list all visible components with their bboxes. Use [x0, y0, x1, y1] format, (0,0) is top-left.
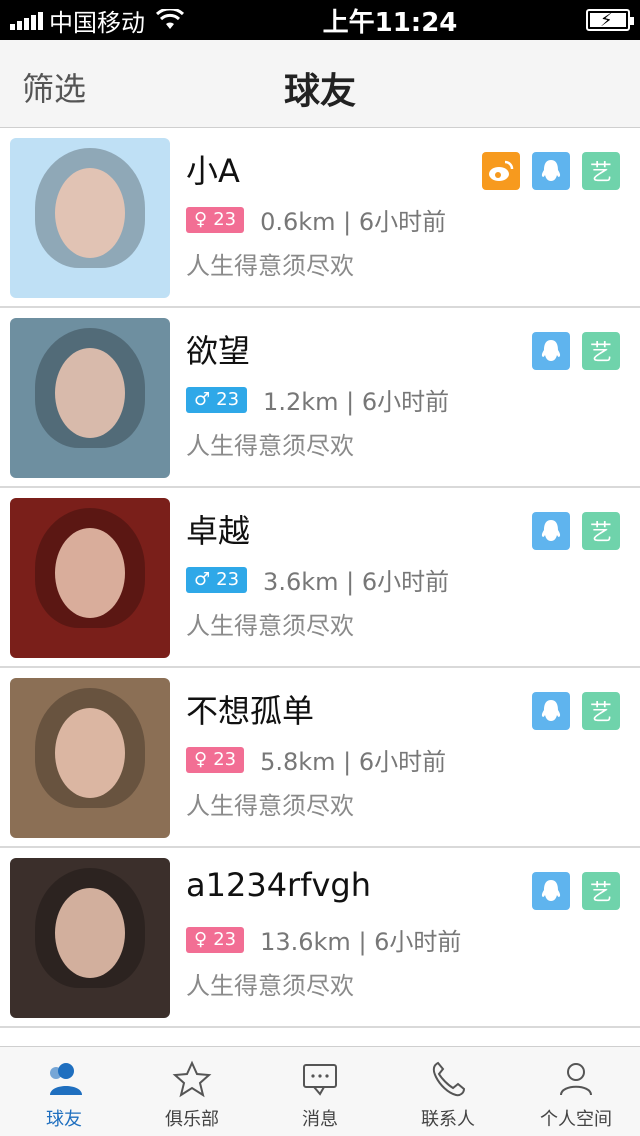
qq-icon[interactable] — [532, 152, 570, 190]
tab-label: 个人空间 — [540, 1109, 612, 1130]
female-age-badge: ♀ 23 — [186, 746, 245, 773]
navigation-bar: 筛选 球友 — [0, 40, 640, 128]
user-motto: 人生得意须尽欢 — [186, 972, 354, 1000]
battery-icon: ⚡ — [586, 9, 634, 31]
art-icon[interactable]: 艺 — [582, 332, 620, 370]
distance-time: 5.8km | 6小时前 — [260, 748, 447, 776]
tab-label: 联系人 — [421, 1109, 475, 1130]
qq-icon[interactable] — [532, 332, 570, 370]
avatar[interactable] — [10, 678, 170, 838]
user-motto: 人生得意须尽欢 — [186, 612, 354, 640]
user-motto: 人生得意须尽欢 — [186, 432, 354, 460]
female-age-badge: ♀ 23 — [186, 206, 245, 233]
profile-icon — [556, 1059, 596, 1099]
user-meta: ♂ 23 1.2km | 6小时前 — [186, 382, 449, 417]
tab-message[interactable]: 消息 — [256, 1047, 384, 1136]
user-row[interactable]: 欲望 ♂ 23 1.2km | 6小时前人生得意须尽欢 艺 — [0, 308, 640, 488]
art-icon[interactable]: 艺 — [582, 152, 620, 190]
star-icon — [172, 1059, 212, 1099]
social-icons: 艺 — [532, 332, 620, 370]
age-label: 23 — [216, 389, 240, 410]
user-name: 不想孤单 — [186, 692, 315, 730]
tab-star[interactable]: 俱乐部 — [128, 1047, 256, 1136]
carrier-name: 中国移动 — [49, 8, 145, 37]
status-bar: 中国移动 上午11:24 ⚡ — [0, 0, 640, 40]
phone-icon — [428, 1059, 468, 1099]
user-motto: 人生得意须尽欢 — [186, 792, 354, 820]
avatar[interactable] — [10, 138, 170, 298]
tab-profile[interactable]: 个人空间 — [512, 1047, 640, 1136]
user-row[interactable]: a1234rfvgh ♀ 23 13.6km | 6小时前人生得意须尽欢 艺 — [0, 848, 640, 1028]
male-age-badge: ♂ 23 — [186, 566, 248, 593]
distance-time: 1.2km | 6小时前 — [263, 388, 450, 416]
female-icon: ♀ — [194, 209, 208, 230]
age-label: 23 — [213, 929, 237, 950]
qq-icon[interactable] — [532, 692, 570, 730]
social-icons: 艺 — [532, 692, 620, 730]
tab-label: 消息 — [302, 1109, 338, 1130]
avatar[interactable] — [10, 318, 170, 478]
user-list: 小A ♀ 23 0.6km | 6小时前 人生得意须尽欢艺欲望 ♂ 23 1.2km | 6小… — [0, 128, 640, 1028]
qq-icon[interactable] — [532, 512, 570, 550]
status-time: 上午11:24 — [322, 7, 458, 38]
user-meta: ♀ 23 5.8km | 6小时前 — [186, 742, 446, 777]
tab-user[interactable]: 球友 — [0, 1047, 128, 1136]
weibo-icon[interactable] — [482, 152, 520, 190]
tab-label: 球友 — [46, 1109, 82, 1130]
male-age-badge: ♂ 23 — [186, 386, 248, 413]
male-icon: ♂ — [194, 569, 211, 590]
female-icon: ♀ — [194, 749, 208, 770]
art-icon[interactable]: 艺 — [582, 872, 620, 910]
age-label: 23 — [216, 569, 240, 590]
social-icons: 艺 — [482, 152, 620, 190]
user-row[interactable]: 小A ♀ 23 0.6km | 6小时前人生得意须尽欢 艺 — [0, 128, 640, 308]
avatar[interactable] — [10, 498, 170, 658]
female-age-badge: ♀ 23 — [186, 926, 245, 953]
user-meta: ♀ 23 0.6km | 6小时前 — [186, 202, 446, 237]
user-name: 卓越 — [186, 512, 251, 550]
wifi-icon — [155, 9, 185, 29]
tab-phone[interactable]: 联系人 — [384, 1047, 512, 1136]
female-icon: ♀ — [194, 929, 208, 950]
user-meta: ♂ 23 3.6km | 6小时前 — [186, 562, 449, 597]
message-icon — [300, 1059, 340, 1099]
distance-time: 3.6km | 6小时前 — [263, 568, 450, 596]
male-icon: ♂ — [194, 389, 211, 410]
social-icons: 艺 — [532, 512, 620, 550]
user-icon — [44, 1059, 84, 1099]
carrier-info: 中国移动 — [0, 3, 240, 38]
qq-icon[interactable] — [532, 872, 570, 910]
age-label: 23 — [213, 749, 237, 770]
user-name: 欲望 — [186, 332, 251, 370]
tab-bar: 球友 俱乐部 消息 联系人 个人空间 — [0, 1046, 640, 1136]
user-name: 小A — [186, 152, 240, 190]
distance-time: 13.6km | 6小时前 — [260, 928, 462, 956]
tab-label: 俱乐部 — [165, 1109, 219, 1130]
art-icon[interactable]: 艺 — [582, 692, 620, 730]
age-label: 23 — [213, 209, 237, 230]
avatar[interactable] — [10, 858, 170, 1018]
user-name: a1234rfvgh — [186, 866, 371, 904]
distance-time: 0.6km | 6小时前 — [260, 208, 447, 236]
user-motto: 人生得意须尽欢 — [186, 252, 354, 280]
user-meta: ♀ 23 13.6km | 6小时前 — [186, 922, 461, 957]
user-row[interactable]: 卓越 ♂ 23 3.6km | 6小时前人生得意须尽欢 艺 — [0, 488, 640, 668]
page-title: 球友 — [283, 71, 356, 112]
user-row[interactable]: 不想孤单 ♀ 23 5.8km | 6小时前人生得意须尽欢 艺 — [0, 668, 640, 848]
art-icon[interactable]: 艺 — [582, 512, 620, 550]
social-icons: 艺 — [532, 872, 620, 910]
signal-icon — [10, 10, 43, 30]
